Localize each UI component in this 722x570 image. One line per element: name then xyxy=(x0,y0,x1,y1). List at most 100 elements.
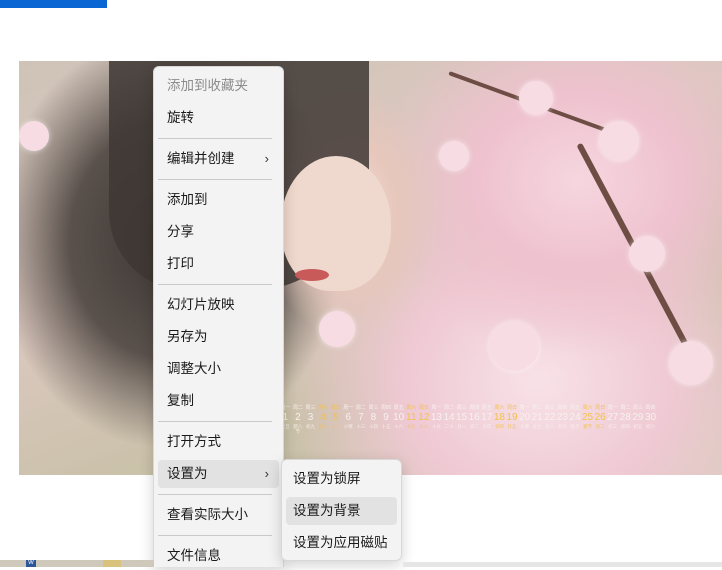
calendar-day: 周一 27 初三 xyxy=(606,406,619,434)
menu-separator xyxy=(158,421,272,422)
menu-item-resize[interactable]: 调整大小 xyxy=(158,355,279,383)
calendar-day-wk: 周二 xyxy=(292,405,303,411)
calendar-day-sub: 十一 xyxy=(331,424,341,429)
menu-item-slideshow[interactable]: 幻灯片放映 xyxy=(158,291,279,319)
calendar-day-sub: 初六 xyxy=(646,424,656,429)
calendar-day: 周二 2 腊八节 xyxy=(292,406,305,434)
calendar-day-wk: 周五 xyxy=(481,405,492,411)
chevron-right-icon: › xyxy=(264,151,269,166)
calendar-day-wk: 周日 xyxy=(595,405,606,411)
menu-item-rotate[interactable]: 旋转 xyxy=(158,104,279,132)
calendar-day-wk: 周五 xyxy=(569,405,580,411)
calendar-day-sub: 春节 xyxy=(583,424,593,429)
calendar-day-sub: 廿七 xyxy=(532,424,542,429)
calendar-day-wk: 周四 xyxy=(645,405,656,411)
calendar-day-sub: 初五 xyxy=(633,424,643,429)
calendar-day-sub: 廿四 xyxy=(494,424,504,429)
context-menu: 添加到收藏夹 旋转编辑并创建 › 添加到分享打印幻灯片放映另存为调整大小复制打开方式设… xyxy=(153,66,284,567)
menu-item-save-as[interactable]: 另存为 xyxy=(158,323,279,351)
calendar-day-wk: 周六 xyxy=(494,405,505,411)
menu-item-label: 文件信息 xyxy=(167,548,221,563)
calendar-day-num: 16 xyxy=(468,412,480,423)
menu-item-edit-and-create[interactable]: 编辑并创建 › xyxy=(158,145,279,173)
calendar-day: 周四 30 初六 xyxy=(644,406,657,434)
taskbar-left xyxy=(0,560,154,567)
calendar-day: 周三 29 初五 xyxy=(632,406,645,434)
calendar-day: 周六 25 春节 xyxy=(581,406,594,434)
menu-item-copy[interactable]: 复制 xyxy=(158,387,279,415)
submenu-item-set-as-background[interactable]: 设置为背景 xyxy=(286,497,397,525)
calendar-day: 周六 11 十七 xyxy=(405,406,418,434)
menu-item-label: 打印 xyxy=(167,256,194,271)
calendar-day-wk: 周四 xyxy=(381,405,392,411)
photo-blossom xyxy=(319,311,355,347)
calendar-day: 周二 28 初四 xyxy=(619,406,632,434)
menu-item-open-with[interactable]: 打开方式 xyxy=(158,428,279,456)
calendar-day-num: 12 xyxy=(418,412,430,423)
calendar-day-num: 10 xyxy=(393,412,405,423)
menu-item-file-info[interactable]: 文件信息 xyxy=(158,542,279,570)
photo-blossom xyxy=(669,341,713,385)
menu-item-add-to[interactable]: 添加到 xyxy=(158,186,279,214)
calendar-day-wk: 周一 xyxy=(519,405,530,411)
calendar-day: 周日 5 十一 xyxy=(329,406,342,434)
word-app-icon[interactable]: W xyxy=(26,560,36,567)
calendar-day-sub: 初十 xyxy=(318,424,328,429)
calendar-day: 周四 16 廿二 xyxy=(468,406,481,434)
menu-item-print[interactable]: 打印 xyxy=(158,250,279,278)
calendar-day: 周二 14 二十 xyxy=(443,406,456,434)
taskbar-app-tile[interactable] xyxy=(103,560,121,567)
calendar-day: 周一 20 大寒 xyxy=(518,406,531,434)
photo-blossom xyxy=(599,121,639,161)
calendar-day-wk: 周六 xyxy=(406,405,417,411)
calendar-day-num: 9 xyxy=(383,412,389,423)
calendar-day-sub: 大寒 xyxy=(520,424,530,429)
calendar-day-num: 6 xyxy=(345,412,352,423)
menu-item-label: 查看实际大小 xyxy=(167,507,248,522)
calendar-day-num: 18 xyxy=(493,412,505,423)
calendar-day-wk: 周日 xyxy=(330,405,341,411)
calendar-day-sub: 十九 xyxy=(431,424,441,429)
photo-blossom xyxy=(629,236,665,272)
menu-separator xyxy=(158,494,272,495)
calendar-day: 周六 18 廿四 xyxy=(493,406,506,434)
menu-item-set-as[interactable]: 设置为 › xyxy=(158,460,279,488)
calendar-day-num: 5 xyxy=(332,412,339,423)
photo-viewer-image[interactable]: 周一 1 元旦 周二 2 腊八节 周三 3 初九 周六 4 初十 周日 5 十一 周一 6 小寒 周二 7 十三 周三 8 十… xyxy=(19,61,722,475)
calendar-day-num: 22 xyxy=(544,412,556,423)
calendar-day-num: 28 xyxy=(619,412,631,423)
calendar-day-sub: 初三 xyxy=(608,424,618,429)
menu-item-label: 分享 xyxy=(167,224,194,239)
calendar-day: 周二 7 十三 xyxy=(355,406,368,434)
calendar-day-num: 15 xyxy=(456,412,468,423)
calendar-day-wk: 周一 xyxy=(431,405,442,411)
calendar-day-sub: 廿二 xyxy=(469,424,479,429)
menu-separator xyxy=(158,535,272,536)
calendar-day-num: 29 xyxy=(632,412,644,423)
submenu-item-set-as-lock-screen[interactable]: 设置为锁屏 xyxy=(286,465,397,493)
calendar-day-wk: 周三 xyxy=(632,405,643,411)
calendar-day-sub: 除夕 xyxy=(570,424,580,429)
accent-bar xyxy=(0,0,107,8)
menu-separator xyxy=(158,284,272,285)
menu-item-label: 打开方式 xyxy=(167,434,221,449)
menu-item-view-actual-size[interactable]: 查看实际大小 xyxy=(158,501,279,529)
calendar-day-num: 30 xyxy=(644,412,657,423)
calendar-day: 周六 4 初十 xyxy=(317,406,330,434)
calendar-day-wk: 周三 xyxy=(544,405,555,411)
menu-item-share[interactable]: 分享 xyxy=(158,218,279,246)
calendar-day-sub: 十六 xyxy=(394,424,404,429)
menu-item-add-to-favorites[interactable]: 添加到收藏夹 xyxy=(158,72,279,100)
calendar-day-wk: 周二 xyxy=(532,405,543,411)
submenu-item-set-as-app-tile[interactable]: 设置为应用磁贴 xyxy=(286,529,397,557)
menu-item-label: 添加到 xyxy=(167,192,208,207)
calendar-day: 周日 26 初二 xyxy=(594,406,607,434)
set-as-submenu: 设置为锁屏设置为背景设置为应用磁贴 xyxy=(281,459,402,561)
calendar-day-num: 20 xyxy=(519,412,531,423)
calendar-day-sub: 二十 xyxy=(444,424,454,429)
calendar-day-sub: 十七 xyxy=(406,424,416,429)
calendar-day-wk: 周一 xyxy=(343,405,354,411)
calendar-day: 周五 24 除夕 xyxy=(569,406,582,434)
calendar-day-wk: 周三 xyxy=(305,405,316,411)
calendar-day-sub: 初四 xyxy=(620,424,630,429)
